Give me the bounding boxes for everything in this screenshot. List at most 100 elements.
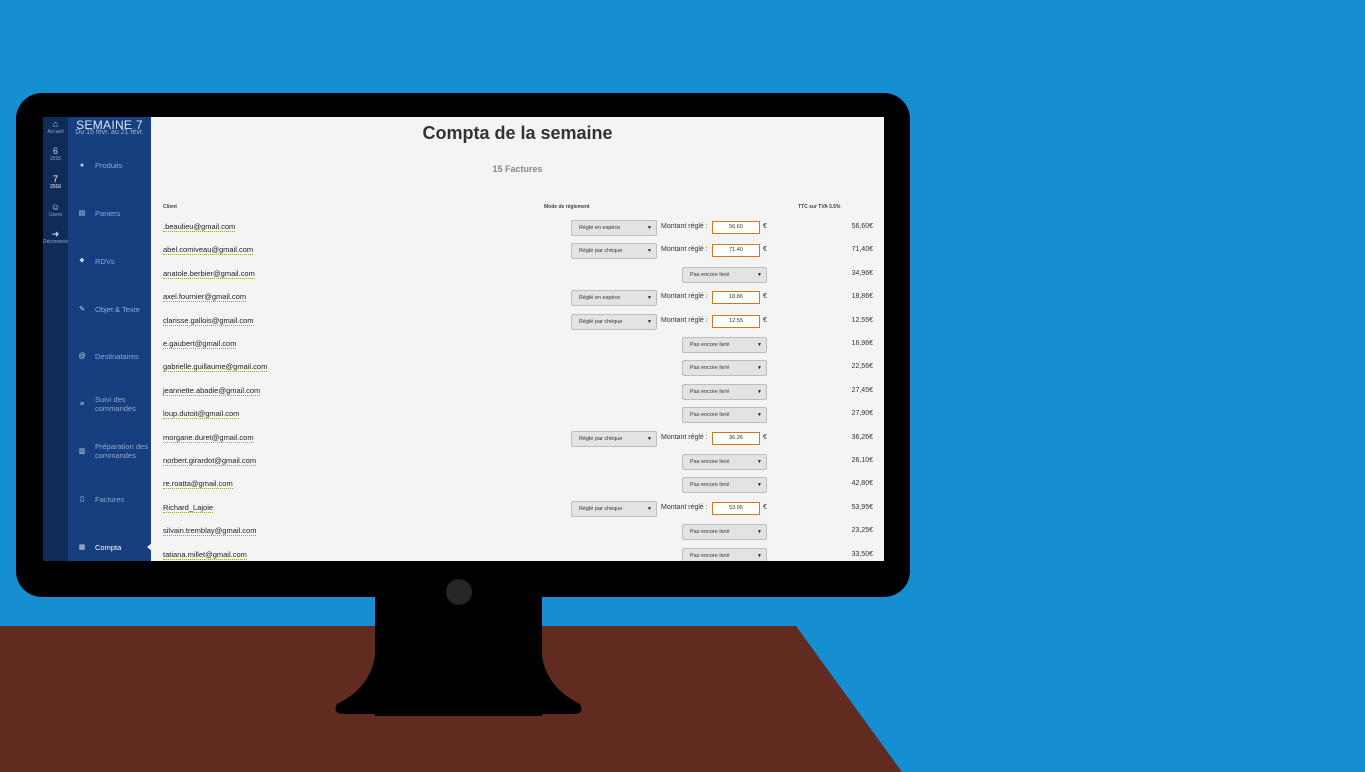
client-email-link[interactable]: morgane.duret@gmail.com: [163, 433, 254, 443]
ttc-amount: 16,96€: [851, 340, 873, 347]
week-range: Du 15 févr. au 21 févr.: [75, 129, 144, 136]
rail-week-number: 6: [52, 146, 58, 156]
delivery-status-select[interactable]: Pas encore livré ▼: [682, 360, 767, 377]
pencil-icon: ✎: [79, 306, 85, 313]
column-header-mode: Mode de règlement: [544, 204, 590, 210]
table-row: silvain.tremblay@gmail.com Pas encore liv…: [151, 522, 884, 542]
client-email-link[interactable]: abel.comiveau@gmail.com: [163, 245, 254, 256]
sidebar-item-objet-texte[interactable]: ✎ Objet & Texte: [68, 297, 151, 321]
client-email-link[interactable]: .beaulieu@gmail.com: [163, 222, 236, 232]
client-email-link[interactable]: loup.dutoit@gmail.com: [163, 409, 240, 420]
rail-week-7[interactable]: 7 2016: [43, 174, 68, 190]
dropdown-caret-icon: ▼: [757, 365, 762, 372]
delivery-status-select[interactable]: Pas encore livré ▼: [682, 266, 767, 283]
sidebar-item-label: Compta: [95, 542, 122, 552]
ttc-amount: 27,90€: [851, 410, 873, 418]
client-email-link[interactable]: tatiana.millet@gmail.com: [163, 550, 247, 560]
sidebar-item-suivi[interactable]: ≡ Suivi des commandes: [68, 392, 151, 416]
dropdown-caret-icon: ▼: [647, 248, 652, 255]
sidebar-item-rdvs[interactable]: ⬥ RDVs: [68, 249, 151, 273]
client-email-link[interactable]: clarisse.gallois@gmail.com: [163, 316, 254, 326]
amount-label: Montant réglé :: [661, 316, 708, 324]
client-email-link[interactable]: axel.fournier@gmail.com: [163, 292, 247, 303]
client-email-link[interactable]: jeannette.abadie@gmail.com: [163, 386, 261, 396]
amount-label: Montant réglé :: [661, 503, 708, 511]
column-header-ttc: TTC sur TVA 5.5%: [798, 204, 841, 210]
dropdown-caret-icon: ▼: [757, 412, 762, 419]
dropdown-caret-icon: ▼: [647, 318, 652, 325]
at-icon: @: [78, 352, 86, 360]
client-email-link[interactable]: norbert.girardot@gmail.com: [163, 456, 257, 466]
basket-icon: ▤: [78, 210, 86, 217]
client-email-link[interactable]: re.roatta@gmail.com: [163, 479, 233, 490]
dropdown-caret-icon: ▼: [757, 271, 762, 278]
rail-week-number: 7: [52, 174, 58, 184]
amount-input[interactable]: 18.86: [712, 291, 760, 305]
payment-mode-value: Réglé par chèque: [579, 505, 623, 512]
sidebar-item-produits[interactable]: ● Produits: [68, 153, 151, 177]
amount-input[interactable]: 53.95: [712, 501, 760, 515]
rail-home[interactable]: ⌂ Accueil: [43, 119, 68, 135]
delivery-status-value: Pas encore livré: [690, 365, 730, 372]
amount-input[interactable]: 12.55: [712, 314, 760, 328]
client-email-link[interactable]: Richard_Lajoie: [163, 503, 214, 513]
sidebar-item-label: Suivi des commandes: [95, 395, 136, 413]
dropdown-caret-icon: ▼: [647, 505, 652, 512]
payment-mode-select[interactable]: Réglé par chèque ▼: [571, 430, 657, 447]
delivery-status-select[interactable]: Pas encore livré ▼: [682, 383, 767, 400]
client-email-link[interactable]: e.gaubert@gmail.com: [163, 339, 237, 349]
client-email-link[interactable]: gabrielle.guillaume@gmail.com: [163, 362, 268, 373]
sidebar-item-destinataires[interactable]: @ Destinataires: [68, 344, 151, 368]
sidebar-item-paniers[interactable]: ▤ Paniers: [68, 201, 151, 225]
payment-mode-select[interactable]: Réglé en espèce ▼: [571, 290, 657, 307]
payment-mode-select[interactable]: Réglé par chèque ▼: [571, 500, 657, 517]
client-email-link[interactable]: anatole.berbier@gmail.com: [163, 269, 255, 279]
rail-users[interactable]: ☺ Users: [43, 202, 68, 218]
delivery-status-value: Pas encore livré: [690, 271, 730, 278]
euro-sign: €: [763, 246, 767, 254]
table-row: Richard_Lajoie Réglé par chèque ▼ Montant r…: [151, 499, 884, 519]
app-screen: ⌂ Accueil 6 2016 7 2016 ☺ Users ➜ Déconn…: [43, 117, 884, 561]
dropdown-caret-icon: ▼: [647, 295, 652, 302]
delivery-status-select[interactable]: Pas encore livré ▼: [682, 547, 767, 561]
sidebar-item-preparation[interactable]: ▥ Préparation des commandes: [68, 439, 151, 463]
dropdown-caret-icon: ▼: [647, 225, 652, 231]
sidebar-item-compta[interactable]: ▦ Compta: [68, 535, 152, 559]
sidebar-item-label: Objet & Texte: [95, 304, 140, 314]
rail-logout[interactable]: ➜ Déconnexion: [43, 229, 72, 245]
amount-input[interactable]: 36.26: [712, 431, 760, 445]
map-icon: ▥: [78, 448, 86, 455]
dropdown-caret-icon: ▼: [757, 459, 762, 465]
delivery-status-select[interactable]: Pas encore livré ▼: [682, 337, 767, 353]
delivery-status-value: Pas encore livré: [690, 529, 730, 536]
users-icon: ☺: [50, 202, 61, 212]
table-row: gabrielle.guillaume@gmail.com Pas encore …: [151, 358, 884, 378]
table-row: abel.comiveau@gmail.com Réglé par chèque ▼…: [151, 241, 884, 261]
delivery-status-select[interactable]: Pas encore livré ▼: [682, 524, 767, 541]
dropdown-caret-icon: ▼: [757, 342, 762, 348]
delivery-status-select[interactable]: Pas encore livré ▼: [682, 454, 767, 470]
rail-week-6[interactable]: 6 2016: [43, 146, 68, 162]
delivery-status-value: Pas encore livré: [690, 482, 730, 489]
amount-input[interactable]: 71.40: [712, 244, 760, 258]
ttc-amount: 27,45€: [851, 386, 873, 394]
ttc-amount: 12,55€: [851, 316, 873, 324]
payment-mode-select[interactable]: Réglé par chèque ▼: [571, 313, 657, 330]
sidebar-item-factures[interactable]: ▯ Factures: [68, 487, 151, 511]
delivery-status-select[interactable]: Pas encore livré ▼: [682, 407, 767, 424]
delivery-status-select[interactable]: Pas encore livré ▼: [682, 477, 767, 494]
payment-mode-select[interactable]: Réglé par chèque ▼: [571, 243, 657, 260]
table-row: jeannette.abadie@gmail.com Pas encore liv…: [151, 382, 884, 402]
table-row: re.roatta@gmail.com Pas encore livré ▼ 42,8…: [151, 475, 884, 495]
monitor-button: [446, 579, 472, 605]
invoice-count: 15 Factures: [492, 164, 543, 174]
client-email-link[interactable]: silvain.tremblay@gmail.com: [163, 526, 257, 537]
ttc-amount: 33,50€: [851, 550, 873, 558]
dropdown-caret-icon: ▼: [757, 482, 762, 489]
payment-mode-select[interactable]: Réglé en espèce ▼: [571, 220, 657, 236]
amount-input[interactable]: 56.60: [712, 221, 760, 234]
sidebar-item-label: Produits: [95, 160, 123, 170]
sidebar-item-label: Factures: [95, 494, 125, 504]
ttc-amount: 23,25€: [851, 527, 873, 535]
euro-sign: €: [763, 503, 767, 511]
